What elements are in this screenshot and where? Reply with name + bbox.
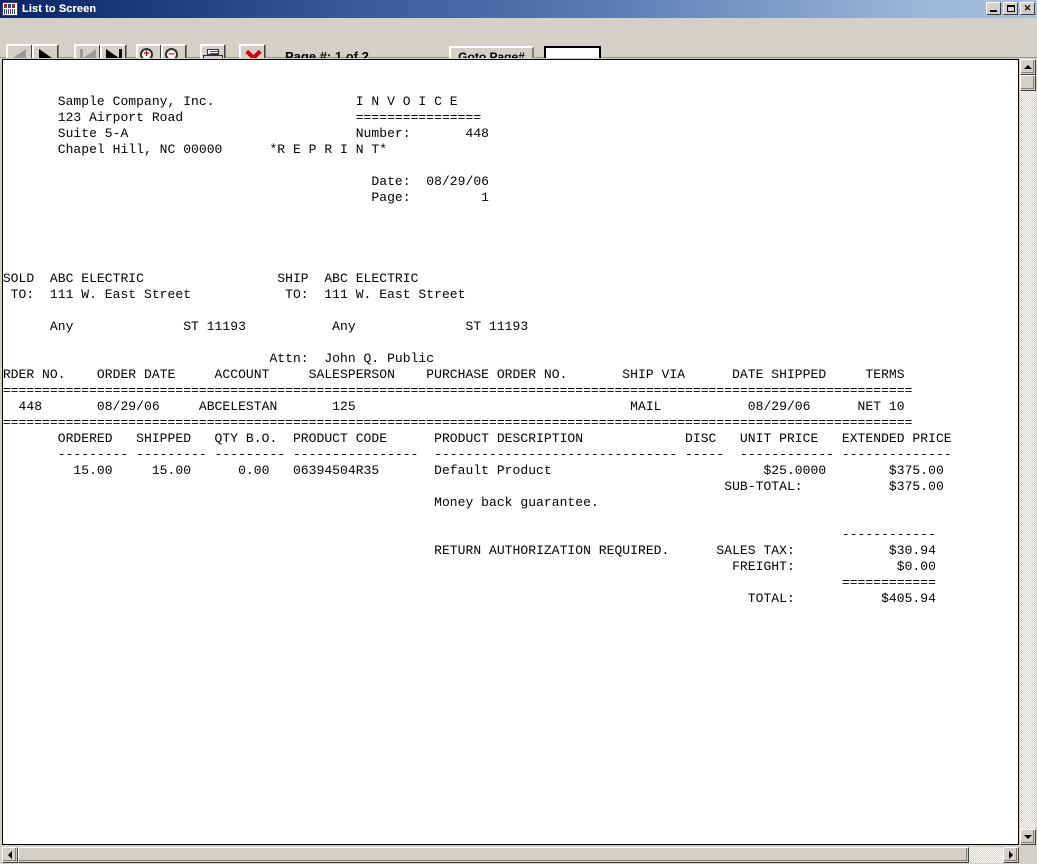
scroll-down-button[interactable]	[1020, 829, 1036, 845]
scroll-right-button[interactable]	[1003, 847, 1019, 863]
scroll-up-button[interactable]	[1020, 59, 1036, 75]
vertical-scrollbar[interactable]	[1020, 59, 1036, 845]
vertical-scroll-track[interactable]	[1020, 75, 1036, 829]
scroll-left-button[interactable]	[2, 847, 18, 863]
toolbar: + – Page #: 1 of 2 Goto Page#	[0, 18, 1037, 71]
minimize-button[interactable]	[986, 2, 1001, 15]
list-to-screen-window: List to Screen ✕ + – Page #: 1 of 2 Goto…	[0, 0, 1037, 864]
window-controls: ✕	[986, 2, 1035, 15]
arrow-up-icon	[1024, 65, 1032, 69]
scrollbar-corner	[1020, 847, 1036, 863]
horizontal-scrollbar[interactable]	[2, 847, 1019, 863]
horizontal-scroll-thumb[interactable]	[18, 847, 969, 863]
arrow-right-icon	[1009, 851, 1013, 859]
arrow-down-icon	[1024, 835, 1032, 839]
restore-button[interactable]	[1003, 2, 1018, 15]
vertical-scroll-thumb[interactable]	[1020, 75, 1036, 91]
document-viewport: Sample Company, Inc. I N V O I C E 123 A…	[2, 59, 1019, 845]
close-button[interactable]: ✕	[1020, 2, 1035, 15]
window-title: List to Screen	[22, 3, 97, 15]
invoice-document: Sample Company, Inc. I N V O I C E 123 A…	[3, 60, 1018, 844]
arrow-left-icon	[8, 851, 12, 859]
client-area: Sample Company, Inc. I N V O I C E 123 A…	[0, 58, 1037, 864]
report-list-icon	[2, 2, 18, 16]
title-bar: List to Screen ✕	[0, 0, 1037, 18]
invoice-body-text: Sample Company, Inc. I N V O I C E 123 A…	[3, 94, 952, 607]
